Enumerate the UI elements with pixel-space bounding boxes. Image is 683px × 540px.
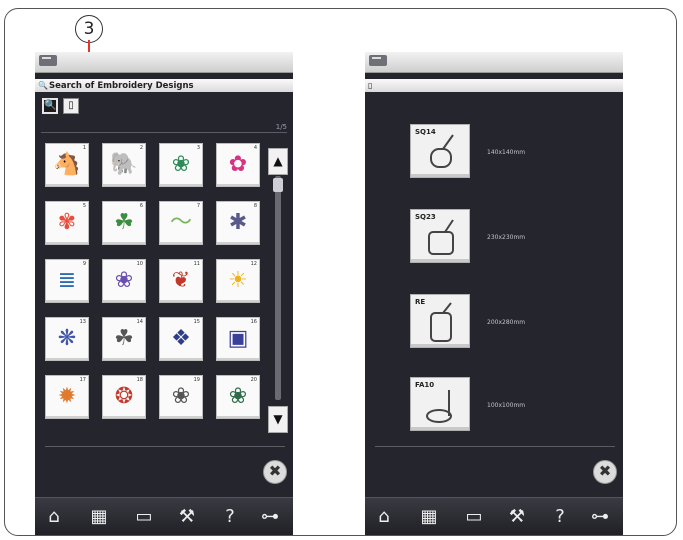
- hoop-option-sq23[interactable]: SQ23: [410, 209, 470, 263]
- close-icon: ✖: [268, 462, 282, 480]
- bottom-nav-bar: ⌂ ▦ ▭ ⚒ ? ⊶: [365, 497, 623, 535]
- design-thumbnail-icon: ❀: [114, 268, 134, 293]
- design-thumbnail-icon: ☘: [114, 326, 134, 351]
- design-thumbnail-icon: 🐴: [53, 152, 81, 177]
- divider: [375, 446, 615, 447]
- machine-status-icon: [369, 55, 387, 66]
- design-thumbnail-icon: ✱: [228, 210, 248, 235]
- design-tile[interactable]: 6 ☘: [102, 201, 146, 245]
- embroidery-edit-icon[interactable]: ▦: [411, 506, 447, 528]
- design-tile[interactable]: 17 ✹: [45, 375, 89, 419]
- design-grid: 1 🐴 2 🐘 3 ❀ 4 ✿ 5 ✾ 6 ☘ 7 〜 8 ✱ 9 ≣ 10 ❀ 11 ❦ 12 ☀ 13 ❋ 14 ☘ 15 ❖ 16 ▣ 1…: [45, 143, 260, 419]
- embroidery-edit-icon[interactable]: ▦: [81, 506, 117, 528]
- design-tile[interactable]: 4 ✿: [216, 143, 260, 187]
- hoop-icon: ▯: [68, 100, 74, 111]
- scroll-down-button[interactable]: ▼: [268, 406, 288, 433]
- design-tile[interactable]: 12 ☀: [216, 259, 260, 303]
- home-icon[interactable]: ⌂: [369, 506, 399, 528]
- scroll-track[interactable]: [275, 176, 281, 400]
- design-thumbnail-icon: ❀: [171, 384, 191, 409]
- callout-number: 3: [75, 15, 103, 43]
- design-thumbnail-icon: ❂: [114, 384, 134, 409]
- design-thumbnail-icon: 〜: [169, 210, 192, 235]
- design-tile[interactable]: 18 ❂: [102, 375, 146, 419]
- file-open-icon[interactable]: ▭: [459, 506, 489, 528]
- design-thumbnail-icon: 🐘: [110, 152, 138, 177]
- help-icon[interactable]: ?: [545, 506, 575, 528]
- design-thumbnail-icon: ☘: [114, 210, 134, 235]
- design-thumbnail-icon: ✾: [57, 210, 77, 235]
- design-thumbnail-icon: ☀: [228, 268, 248, 293]
- design-tile[interactable]: 9 ≣: [45, 259, 89, 303]
- hoop-icon: [428, 219, 454, 255]
- design-tile[interactable]: 16 ▣: [216, 317, 260, 361]
- design-tile[interactable]: 5 ✾: [45, 201, 89, 245]
- design-tile[interactable]: 11 ❦: [159, 259, 203, 303]
- lock-key-icon[interactable]: ⊶: [253, 506, 287, 528]
- window-title: Search of Embroidery Designs: [48, 81, 194, 91]
- scroll-up-button[interactable]: ▲: [268, 148, 288, 175]
- lock-key-icon[interactable]: ⊶: [583, 506, 617, 528]
- design-tile[interactable]: 15 ❖: [159, 317, 203, 361]
- settings-wrench-icon[interactable]: ⚒: [169, 506, 205, 528]
- divider: [45, 446, 285, 447]
- bottom-nav-bar: ⌂ ▦ ▭ ⚒ ? ⊶: [35, 497, 293, 535]
- status-bar: [35, 52, 293, 73]
- file-open-icon[interactable]: ▭: [129, 506, 159, 528]
- design-thumbnail-icon: ❋: [57, 326, 77, 351]
- hoop-size-label: 230x230mm: [487, 234, 526, 241]
- design-tile[interactable]: 2 🐘: [102, 143, 146, 187]
- machine-status-icon: [39, 55, 57, 66]
- scrollbar[interactable]: ▲ ▼: [268, 148, 288, 435]
- design-tile[interactable]: 13 ❋: [45, 317, 89, 361]
- close-button[interactable]: ✖: [593, 460, 617, 484]
- design-thumbnail-icon: ❀: [171, 152, 191, 177]
- design-thumbnail-icon: ✿: [228, 152, 248, 177]
- hoop-icon: ▯: [368, 81, 373, 90]
- hoop-option-sq14[interactable]: SQ14: [410, 124, 470, 178]
- status-bar: [365, 52, 623, 73]
- design-tile[interactable]: 7 〜: [159, 201, 203, 245]
- design-thumbnail-icon: ✹: [57, 384, 77, 409]
- hoop-size-label: 100x100mm: [487, 402, 526, 409]
- design-tile[interactable]: 3 ❀: [159, 143, 203, 187]
- hoop-size-label: 200x280mm: [487, 319, 526, 326]
- design-tile[interactable]: 1 🐴: [45, 143, 89, 187]
- hoop-icon: [430, 134, 454, 168]
- home-icon[interactable]: ⌂: [39, 506, 69, 528]
- divider: [41, 132, 287, 133]
- design-thumbnail-icon: ▣: [227, 326, 249, 351]
- design-search-screen: 🔍 Search of Embroidery Designs 🔍 ▯ 1/5 1…: [35, 52, 293, 535]
- close-icon: ✖: [598, 462, 612, 480]
- close-button[interactable]: ✖: [263, 460, 287, 484]
- design-tile[interactable]: 19 ❀: [159, 375, 203, 419]
- magnifier-icon: 🔍: [44, 100, 57, 111]
- search-icon: 🔍: [38, 81, 48, 90]
- hoop-option-fa10[interactable]: FA10: [410, 377, 470, 431]
- design-tile[interactable]: 8 ✱: [216, 201, 260, 245]
- design-thumbnail-icon: ≣: [57, 268, 77, 293]
- design-tile[interactable]: 14 ☘: [102, 317, 146, 361]
- design-tile[interactable]: 10 ❀: [102, 259, 146, 303]
- scroll-thumb[interactable]: [273, 178, 283, 192]
- magnifier-tool-button[interactable]: 🔍: [42, 98, 58, 114]
- design-tile[interactable]: 20 ❀: [216, 375, 260, 419]
- hoop-icon: [430, 302, 452, 342]
- hoop-select-button[interactable]: ▯: [63, 98, 79, 114]
- design-thumbnail-icon: ❀: [228, 384, 248, 409]
- window-title-bar: ▯: [365, 79, 623, 92]
- window-title-bar: 🔍 Search of Embroidery Designs: [35, 79, 293, 92]
- design-thumbnail-icon: ❖: [171, 326, 191, 351]
- help-icon[interactable]: ?: [215, 506, 245, 528]
- hoop-size-label: 140x140mm: [487, 149, 526, 156]
- design-thumbnail-icon: ❦: [171, 268, 191, 293]
- settings-wrench-icon[interactable]: ⚒: [499, 506, 535, 528]
- hoop-select-screen: ▯ SQ14 140x140mm SQ23 230x230mm RE 200x2…: [365, 52, 623, 535]
- hoop-icon: [426, 390, 452, 423]
- hoop-option-re[interactable]: RE: [410, 294, 470, 348]
- page-indicator: 1/5: [275, 123, 287, 131]
